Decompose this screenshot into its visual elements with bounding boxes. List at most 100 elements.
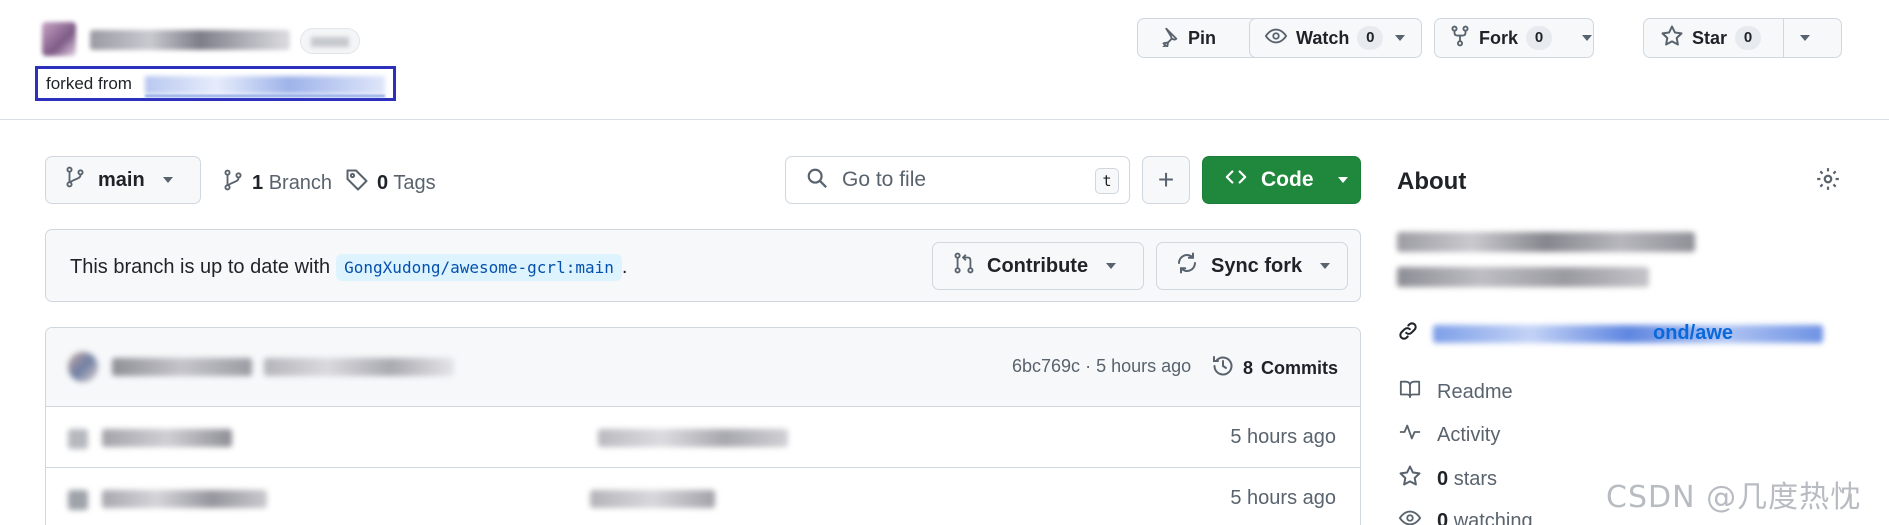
search-placeholder: Go to file xyxy=(842,168,927,191)
pin-button[interactable]: Pin xyxy=(1137,18,1262,58)
code-icon xyxy=(1223,166,1249,194)
file-updated-time: 5 hours ago xyxy=(1230,426,1336,448)
star-dropdown[interactable] xyxy=(1784,19,1826,57)
book-icon xyxy=(1397,378,1423,406)
file-commit-message[interactable] xyxy=(590,490,715,508)
readme-label: Readme xyxy=(1437,380,1513,403)
eye-icon xyxy=(1264,25,1288,52)
star-button-group[interactable]: Star 0 xyxy=(1643,18,1842,58)
repo-description-line-1 xyxy=(1397,232,1695,252)
branch-label: Branch xyxy=(268,171,333,194)
watching-count: 0 xyxy=(1437,509,1449,525)
contribute-label: Contribute xyxy=(987,254,1089,277)
star-icon xyxy=(1397,464,1423,494)
fork-button-group[interactable]: Fork 0 xyxy=(1434,18,1594,58)
pull-request-icon xyxy=(953,251,975,281)
commits-label: Commits xyxy=(1261,358,1339,378)
tag-label: Tags xyxy=(393,171,436,194)
eye-icon xyxy=(1397,507,1423,525)
watch-button[interactable]: Watch 0 xyxy=(1249,18,1422,58)
upstream-branch-ref[interactable]: GongXudong/awesome-gcrl:main xyxy=(336,254,622,281)
star-label: Star xyxy=(1692,27,1728,48)
activity-label: Activity xyxy=(1437,423,1501,446)
watch-dropdown-icon[interactable] xyxy=(1395,35,1406,41)
commit-time: 5 hours ago xyxy=(1096,356,1192,376)
readme-link[interactable]: Readme xyxy=(1397,378,1513,406)
pin-label: Pin xyxy=(1188,27,1217,48)
forked-from-link[interactable] xyxy=(145,76,385,94)
sync-fork-label: Sync fork xyxy=(1211,254,1303,277)
fork-label: Fork xyxy=(1479,27,1519,48)
stars-link[interactable]: 0 stars xyxy=(1397,464,1497,494)
stars-label: stars xyxy=(1453,467,1498,490)
commit-message[interactable] xyxy=(264,358,454,376)
plus-icon: + xyxy=(1157,164,1175,195)
sync-icon xyxy=(1175,251,1199,281)
file-commit-message[interactable] xyxy=(598,429,788,447)
activity-link[interactable]: Activity xyxy=(1397,421,1500,449)
code-button[interactable]: Code xyxy=(1202,156,1361,204)
committer-avatar[interactable] xyxy=(68,352,98,382)
go-to-file-input[interactable]: Go to file t xyxy=(785,156,1130,204)
branch-dropdown-icon xyxy=(162,177,173,183)
contribute-button[interactable]: Contribute xyxy=(932,242,1144,290)
fork-button[interactable]: Fork 0 xyxy=(1435,19,1566,57)
activity-icon xyxy=(1397,421,1423,449)
current-branch: main xyxy=(98,168,145,191)
add-file-button[interactable]: + xyxy=(1142,156,1190,204)
file-name[interactable] xyxy=(102,490,267,508)
star-button[interactable]: Star 0 xyxy=(1644,19,1775,57)
table-row[interactable]: 5 hours ago xyxy=(46,468,1360,525)
fork-dropdown[interactable] xyxy=(1566,19,1608,57)
commit-hash[interactable]: 6bc769c xyxy=(1012,356,1080,376)
code-dropdown-icon xyxy=(1337,177,1348,183)
homepage-link[interactable]: ond/awe xyxy=(1397,320,1823,348)
link-icon xyxy=(1397,320,1419,348)
repo-name[interactable] xyxy=(90,30,290,50)
watch-count: 0 xyxy=(1357,26,1384,50)
code-label: Code xyxy=(1261,168,1314,191)
branch-selector[interactable]: main xyxy=(45,156,201,204)
history-icon xyxy=(1211,354,1235,383)
fork-sync-banner: This branch is up to date with GongXudon… xyxy=(45,229,1361,302)
fork-count: 0 xyxy=(1526,26,1553,50)
header-divider xyxy=(0,119,1889,120)
visibility-badge xyxy=(300,28,360,54)
homepage-link-text: ond/awe xyxy=(1653,322,1734,344)
search-icon xyxy=(806,167,828,194)
watching-link[interactable]: 0 watching xyxy=(1397,507,1533,525)
fork-dropdown-icon xyxy=(1582,35,1593,41)
branch-count: 1 xyxy=(252,171,264,194)
tag-count: 0 xyxy=(377,171,389,194)
gear-icon[interactable] xyxy=(1815,166,1841,197)
repo-description-line-2 xyxy=(1397,267,1649,287)
commits-history-link[interactable]: 8 Commits xyxy=(1211,354,1338,383)
sync-fork-button[interactable]: Sync fork xyxy=(1156,242,1348,290)
contribute-dropdown-icon xyxy=(1106,263,1117,269)
watching-label: watching xyxy=(1453,509,1533,525)
branches-link[interactable]: 1 Branch xyxy=(222,168,332,198)
sync-fork-dropdown-icon xyxy=(1320,263,1331,269)
file-updated-time: 5 hours ago xyxy=(1230,487,1336,509)
table-row[interactable]: 5 hours ago xyxy=(46,407,1360,468)
stars-count: 0 xyxy=(1437,467,1449,490)
folder-icon xyxy=(68,490,88,510)
keyboard-shortcut: t xyxy=(1095,168,1119,194)
pin-icon xyxy=(1158,25,1180,52)
committer-name[interactable] xyxy=(112,358,252,376)
watch-label: Watch xyxy=(1296,27,1350,48)
star-dropdown-icon xyxy=(1800,35,1811,41)
forked-from-highlight: forked from xyxy=(35,66,396,101)
tags-link[interactable]: 0 Tags xyxy=(345,168,436,198)
branch-icon xyxy=(222,168,244,198)
forked-from-label: forked from xyxy=(46,74,132,93)
about-heading: About xyxy=(1397,168,1467,195)
tag-icon xyxy=(345,168,369,198)
sync-status-text: This branch is up to date with xyxy=(70,256,331,278)
file-table: 6bc769c · 5 hours ago 8 Commits 5 hours … xyxy=(45,327,1361,525)
file-name[interactable] xyxy=(102,429,232,447)
star-count: 0 xyxy=(1735,26,1762,50)
fork-icon xyxy=(1449,24,1471,53)
commits-count: 8 xyxy=(1243,358,1254,378)
repo-owner-avatar[interactable] xyxy=(42,22,76,56)
